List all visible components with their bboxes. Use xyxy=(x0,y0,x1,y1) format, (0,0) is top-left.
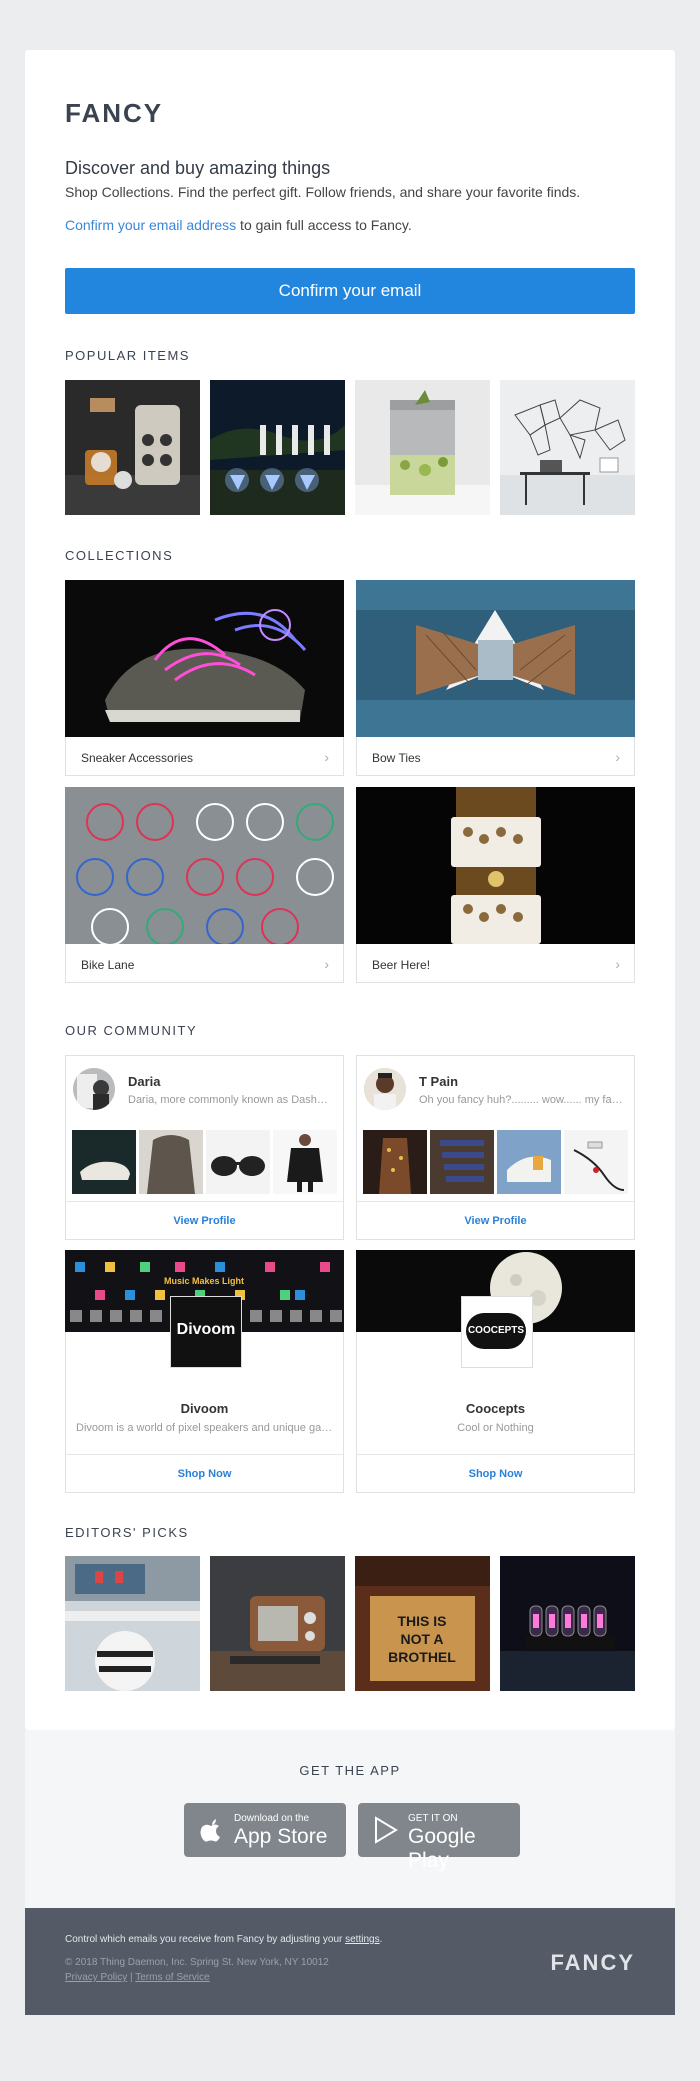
footer-settings-text: Control which emails you receive from Fa… xyxy=(65,1934,382,1945)
popular-item-tumbler[interactable] xyxy=(355,380,490,515)
terms-of-service-link[interactable]: Terms of Service xyxy=(135,1972,209,1983)
collection-label: Bike Lane xyxy=(81,958,135,972)
apple-icon xyxy=(200,1819,220,1842)
play-icon xyxy=(375,1816,398,1844)
editors-pick-radio[interactable] xyxy=(210,1556,345,1691)
collection-beer-here[interactable]: Beer Here! › xyxy=(356,787,635,983)
collection-label: Bow Ties xyxy=(372,751,421,765)
collection-image xyxy=(65,580,344,737)
user-thumb[interactable] xyxy=(206,1130,270,1194)
confirm-text-rest: to gain full access to Fancy. xyxy=(236,217,412,233)
user-thumb[interactable] xyxy=(497,1130,561,1194)
chevron-right-icon: › xyxy=(324,749,329,765)
user-thumb[interactable] xyxy=(363,1130,427,1194)
user-name[interactable]: Daria xyxy=(128,1074,161,1089)
shop-logo[interactable]: Divoom xyxy=(170,1296,242,1368)
editors-pick-humidifier[interactable] xyxy=(65,1556,200,1691)
footer-copyright: © 2018 Thing Daemon, Inc. Spring St. New… xyxy=(65,1957,329,1968)
footer-links: Privacy Policy | Terms of Service xyxy=(65,1972,210,1983)
get-the-app-heading: GET THE APP xyxy=(299,1763,401,1778)
doormat-line-2: NOT A xyxy=(400,1631,443,1647)
collections-heading: COLLECTIONS xyxy=(65,548,174,563)
user-thumb[interactable] xyxy=(139,1130,203,1194)
banner-text: Music Makes Light xyxy=(164,1276,244,1286)
collection-image xyxy=(65,787,344,944)
community-heading: OUR COMMUNITY xyxy=(65,1023,198,1038)
collection-label: Beer Here! xyxy=(372,958,431,972)
footer-fancy-logo[interactable]: FANCY xyxy=(550,1950,635,1976)
confirm-email-link[interactable]: Confirm your email address xyxy=(65,217,236,233)
app-store-big-text: App Store xyxy=(234,1825,328,1848)
popular-item-solar-lights[interactable] xyxy=(210,380,345,515)
user-thumb[interactable] xyxy=(430,1130,494,1194)
community-user-tpain: T Pain Oh you fancy huh?......... wow...… xyxy=(356,1055,635,1240)
user-thumb[interactable] xyxy=(564,1130,628,1194)
user-thumb[interactable] xyxy=(72,1130,136,1194)
shop-now-link[interactable]: Shop Now xyxy=(357,1454,634,1493)
chevron-right-icon: › xyxy=(615,956,620,972)
shop-logo-text: Divoom xyxy=(176,1321,236,1338)
user-thumb[interactable] xyxy=(273,1130,337,1194)
user-thumbnails xyxy=(72,1130,337,1194)
footer-settings-pre: Control which emails you receive from Fa… xyxy=(65,1934,346,1945)
popular-items-heading: POPULAR ITEMS xyxy=(65,348,190,363)
avatar[interactable] xyxy=(73,1068,115,1110)
user-thumbnails xyxy=(363,1130,628,1194)
shop-name[interactable]: Coocepts xyxy=(357,1401,634,1416)
community-user-daria: Daria Daria, more commonly known as Dash… xyxy=(65,1055,344,1240)
collection-bike-lane[interactable]: Bike Lane › xyxy=(65,787,344,983)
avatar[interactable] xyxy=(364,1068,406,1110)
settings-link[interactable]: settings xyxy=(345,1934,379,1945)
collection-image xyxy=(356,787,635,944)
popular-item-whisky[interactable] xyxy=(65,380,200,515)
community-shop-coocepts: COOCEPTS Coocepts Cool or Nothing Shop N… xyxy=(356,1250,635,1493)
chevron-right-icon: › xyxy=(324,956,329,972)
community-shop-divoom: Music Makes Light Divoom Divoom Divoom i… xyxy=(65,1250,344,1493)
privacy-policy-link[interactable]: Privacy Policy xyxy=(65,1972,127,1983)
app-store-small-text: Download on the xyxy=(234,1813,310,1824)
doormat-line-1: THIS IS xyxy=(397,1613,446,1629)
editors-picks-heading: EDITORS' PICKS xyxy=(65,1525,189,1540)
collection-image xyxy=(356,580,635,737)
google-play-small-text: GET IT ON xyxy=(408,1813,458,1824)
fancy-logo[interactable]: FANCY xyxy=(65,98,163,129)
confirm-text: Confirm your email address to gain full … xyxy=(65,217,412,233)
editors-pick-nixie-clock[interactable] xyxy=(500,1556,635,1691)
footer-settings-post: . xyxy=(379,1934,383,1945)
shop-description: Cool or Nothing xyxy=(457,1422,534,1434)
view-profile-link[interactable]: View Profile xyxy=(66,1201,343,1240)
get-the-app-section: GET THE APP Download on the App Store GE… xyxy=(25,1730,675,1908)
collection-label: Sneaker Accessories xyxy=(81,751,194,765)
confirm-email-button[interactable]: Confirm your email xyxy=(65,268,635,314)
google-play-big-text: Google Play xyxy=(408,1825,476,1872)
doormat-line-3: BROTHEL xyxy=(388,1649,456,1665)
chevron-right-icon: › xyxy=(615,749,620,765)
editors-pick-doormat[interactable]: THIS IS NOT A BROTHEL xyxy=(355,1556,490,1691)
shop-description: Divoom is a world of pixel speakers and … xyxy=(76,1422,333,1434)
shop-logo[interactable]: COOCEPTS xyxy=(461,1296,533,1368)
collection-sneaker-accessories[interactable]: Sneaker Accessories › xyxy=(65,580,344,776)
popular-item-world-map-decor[interactable] xyxy=(500,380,635,515)
collection-bow-ties[interactable]: Bow Ties › xyxy=(356,580,635,776)
email-card: FANCY Discover and buy amazing things Sh… xyxy=(25,50,675,1730)
subline: Shop Collections. Find the perfect gift.… xyxy=(65,184,581,200)
google-play-button[interactable]: GET IT ON Google Play xyxy=(358,1803,520,1872)
user-description: Daria, more commonly known as Dasha, is … xyxy=(128,1094,333,1106)
user-description: Oh you fancy huh?......... wow...... my … xyxy=(419,1094,624,1106)
shop-logo-text: COOCEPTS xyxy=(466,1313,526,1349)
shop-name[interactable]: Divoom xyxy=(66,1401,343,1416)
shop-now-link[interactable]: Shop Now xyxy=(66,1454,343,1493)
footer: Control which emails you receive from Fa… xyxy=(25,1908,675,2015)
user-name[interactable]: T Pain xyxy=(419,1074,458,1089)
headline: Discover and buy amazing things xyxy=(65,158,331,178)
app-store-button[interactable]: Download on the App Store xyxy=(184,1803,346,1857)
view-profile-link[interactable]: View Profile xyxy=(357,1201,634,1240)
